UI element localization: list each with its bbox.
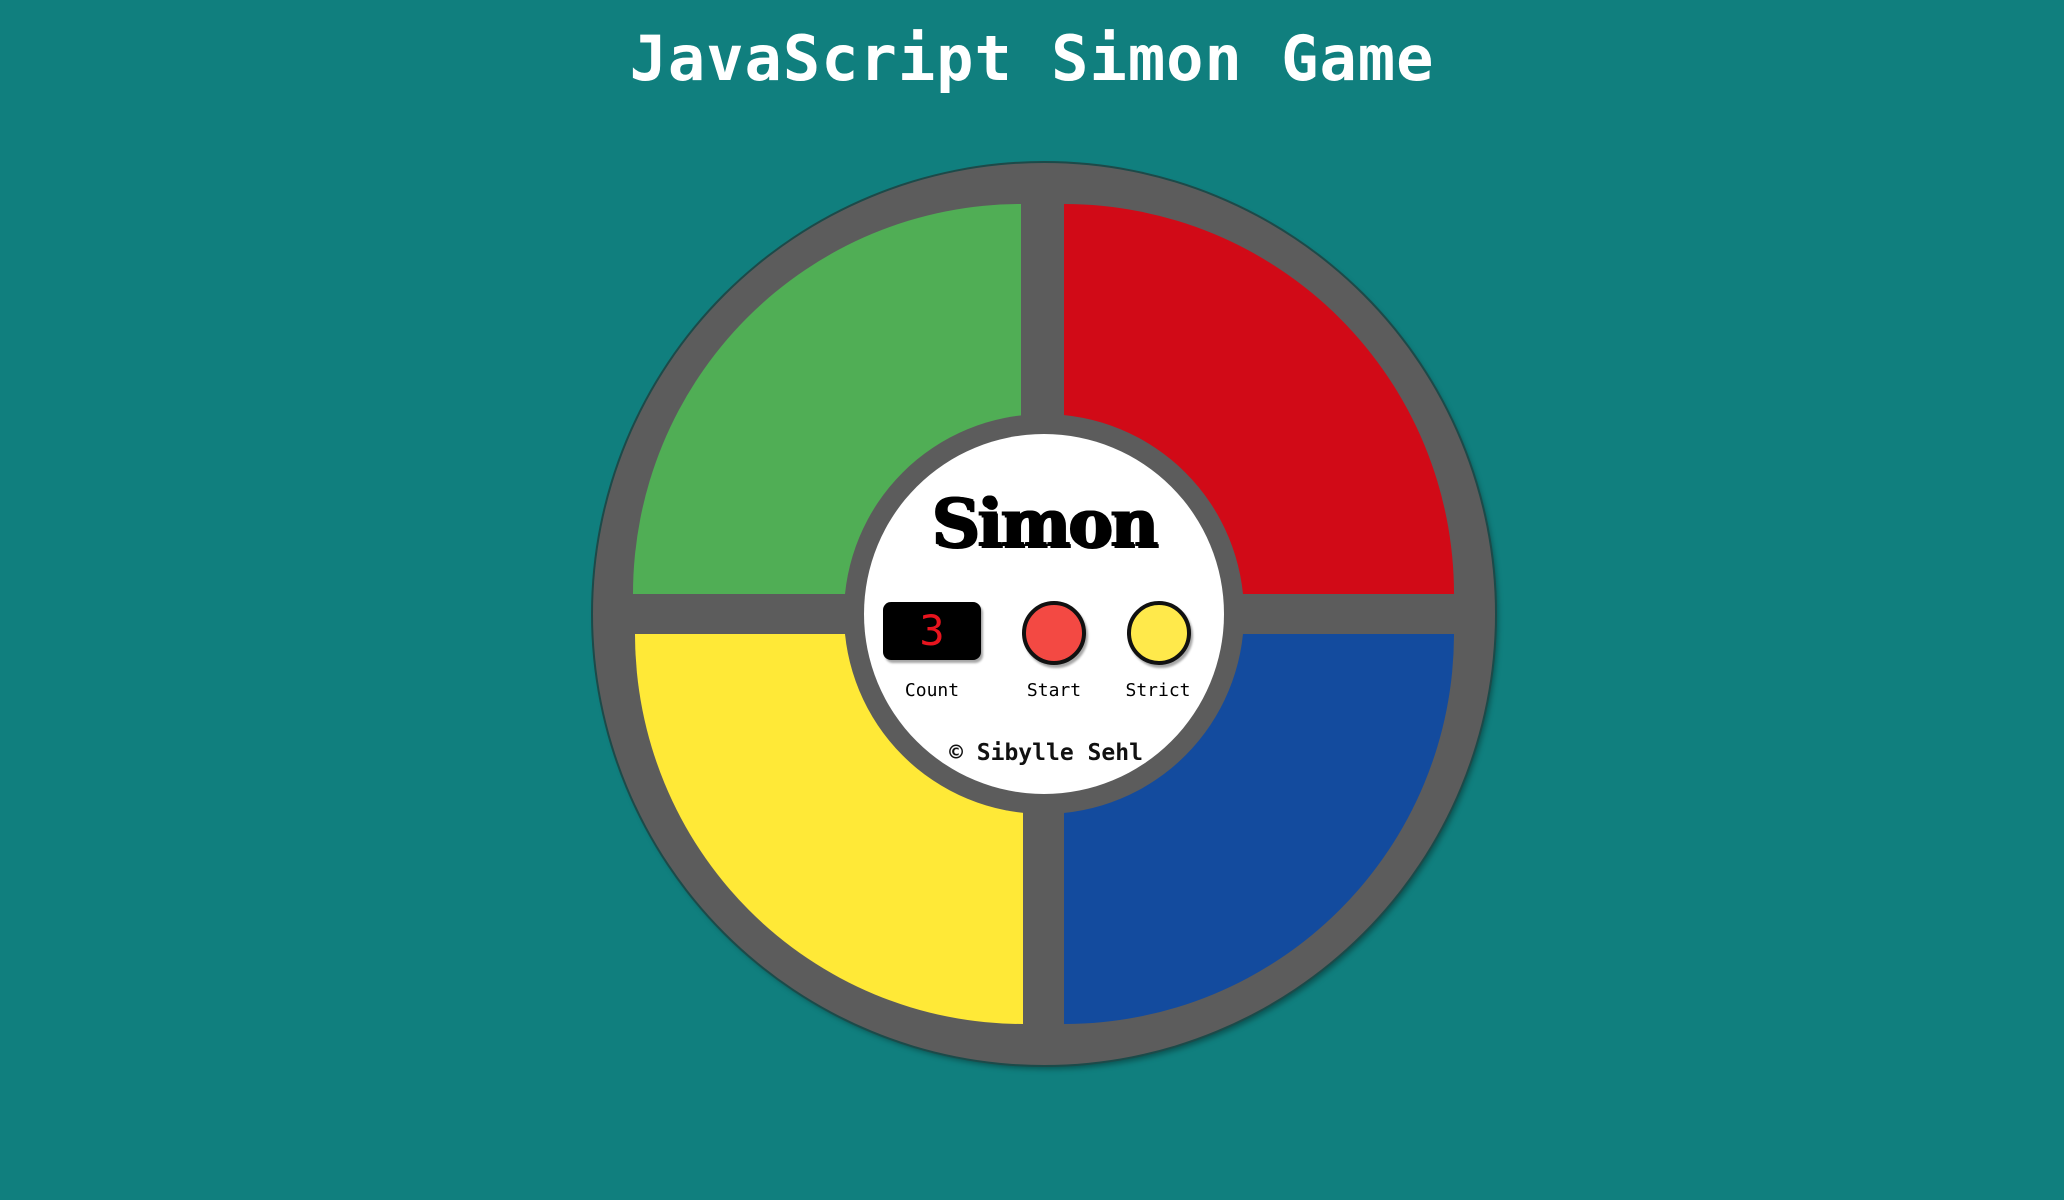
control-panel: Simon 3 Count Start Strict © Sibylle Seh…: [864, 434, 1224, 794]
count-display: 3: [883, 602, 981, 660]
copyright-text: © Sibylle Sehl: [949, 740, 1143, 766]
count-label: Count: [904, 680, 960, 701]
simon-logo: Simon: [931, 484, 1159, 562]
strict-button[interactable]: [1127, 601, 1191, 665]
strict-label: Strict: [1125, 680, 1191, 701]
simon-board: Simon 3 Count Start Strict © Sibylle Seh…: [593, 163, 1495, 1065]
center-ring: Simon 3 Count Start Strict © Sibylle Seh…: [844, 414, 1244, 814]
page-title: JavaScript Simon Game: [629, 22, 1435, 95]
start-button[interactable]: [1022, 601, 1086, 665]
start-label: Start: [1026, 680, 1082, 701]
